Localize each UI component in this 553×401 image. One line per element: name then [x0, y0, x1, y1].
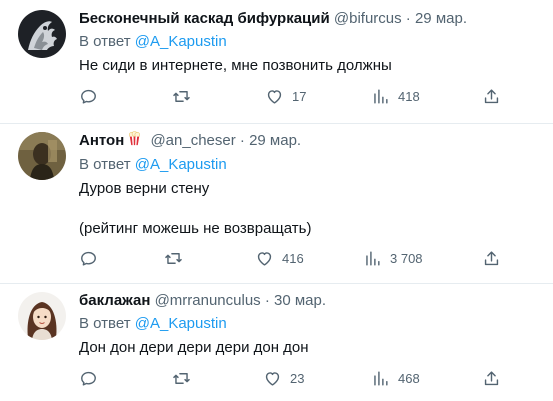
- views-count: 418: [398, 88, 420, 104]
- reply-to-prefix: В ответ: [79, 315, 131, 332]
- like-icon: [265, 371, 280, 386]
- tweet-header: Антон @an_cheser · 29 мар.: [79, 131, 541, 152]
- views-icon: [366, 250, 380, 266]
- like-count: 416: [282, 250, 304, 266]
- tweet[interactable]: Антон @an_cheser · 29 мар. В ответ @A_Ka…: [0, 124, 553, 284]
- tweet-text: Дон дон дери дери дери дон дон: [79, 339, 309, 356]
- tweet-header: баклажан @mrranunculus · 30 мар.: [79, 291, 541, 311]
- views-icon: [374, 88, 388, 104]
- reply-to-prefix: В ответ: [79, 156, 131, 173]
- views-count: 3 708: [390, 250, 423, 266]
- action-bar: 416 3 708: [79, 248, 513, 268]
- avatar[interactable]: [18, 132, 66, 180]
- action-bar: 17 418: [79, 86, 513, 106]
- avatar-image: [18, 132, 66, 180]
- retweet-icon: [173, 372, 190, 384]
- tweet-date[interactable]: 30 мар.: [274, 292, 326, 309]
- reply-button[interactable]: [79, 248, 106, 268]
- like-button[interactable]: 17: [265, 86, 306, 106]
- views-count: 468: [398, 370, 420, 386]
- avatar[interactable]: [18, 292, 66, 340]
- tweet-text: Не сиди в интернете, мне позвонить должн…: [79, 57, 392, 74]
- retweet-button[interactable]: [172, 368, 199, 388]
- user-handle[interactable]: @an_cheser: [150, 132, 235, 149]
- reply-to-line: В ответ @A_Kapustin: [79, 32, 541, 52]
- share-button[interactable]: [482, 86, 501, 106]
- share-button[interactable]: [482, 368, 501, 388]
- tweet-text: Дуров верни стену (рейтинг можешь не воз…: [79, 180, 312, 237]
- like-count: 17: [292, 88, 307, 104]
- separator-dot: ·: [264, 292, 270, 309]
- display-name[interactable]: Бесконечный каскад бифуркаций: [79, 10, 330, 27]
- tweet[interactable]: Бесконечный каскад бифуркаций @bifurcus …: [0, 0, 553, 124]
- separator-dot: ·: [405, 10, 411, 27]
- share-icon: [484, 370, 499, 385]
- reply-to-prefix: В ответ: [79, 33, 131, 50]
- tweet[interactable]: баклажан @mrranunculus · 30 мар. В ответ…: [0, 284, 553, 401]
- reply-icon: [81, 251, 96, 266]
- like-icon: [267, 89, 282, 104]
- retweet-icon: [173, 90, 190, 102]
- like-count: 23: [290, 370, 305, 386]
- retweet-icon: [165, 252, 182, 264]
- tweet-header: Бесконечный каскад бифуркаций @bifurcus …: [79, 9, 541, 29]
- views-icon: [374, 370, 388, 386]
- tweet-date[interactable]: 29 мар.: [249, 132, 301, 149]
- views-button[interactable]: 3 708: [363, 248, 423, 268]
- reply-to-mention[interactable]: @A_Kapustin: [135, 33, 227, 50]
- like-button[interactable]: 23: [263, 368, 304, 388]
- avatar-image: [18, 10, 66, 58]
- reply-button[interactable]: [79, 86, 106, 106]
- display-name[interactable]: Антон: [79, 132, 124, 149]
- share-icon: [484, 88, 499, 103]
- reply-button[interactable]: [79, 368, 106, 388]
- action-bar: 23 468: [79, 368, 513, 388]
- share-button[interactable]: [482, 248, 501, 268]
- share-icon: [484, 250, 499, 265]
- avatar[interactable]: [18, 10, 66, 58]
- views-button[interactable]: 468: [371, 368, 420, 388]
- reply-to-line: В ответ @A_Kapustin: [79, 155, 541, 175]
- popcorn-emoji-icon: [127, 131, 142, 152]
- views-button[interactable]: 418: [371, 86, 420, 106]
- user-handle[interactable]: @mrranunculus: [155, 292, 261, 309]
- reply-to-mention[interactable]: @A_Kapustin: [135, 315, 227, 332]
- reply-feed: Бесконечный каскад бифуркаций @bifurcus …: [0, 0, 553, 401]
- reply-icon: [81, 371, 96, 386]
- reply-icon: [81, 89, 96, 104]
- user-handle[interactable]: @bifurcus: [334, 10, 402, 27]
- avatar-image: [18, 292, 66, 340]
- retweet-button[interactable]: [164, 248, 191, 268]
- retweet-button[interactable]: [172, 86, 199, 106]
- like-button[interactable]: 416: [255, 248, 304, 268]
- display-name[interactable]: баклажан: [79, 292, 150, 309]
- reply-to-mention[interactable]: @A_Kapustin: [135, 156, 227, 173]
- tweet-date[interactable]: 29 мар.: [415, 10, 467, 27]
- separator-dot: ·: [239, 132, 245, 149]
- reply-to-line: В ответ @A_Kapustin: [79, 314, 541, 334]
- like-icon: [257, 251, 272, 266]
